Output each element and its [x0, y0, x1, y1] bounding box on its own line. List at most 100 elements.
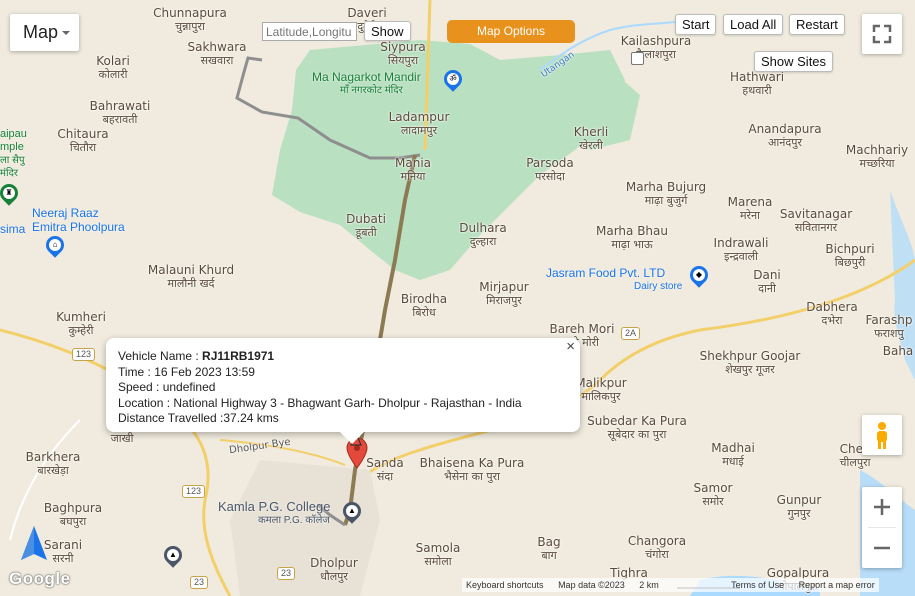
place-label: Farashp फराशपु — [866, 313, 913, 341]
place-name-hi: कुम्हेरी — [68, 324, 94, 337]
place-name-en: Baha — [882, 344, 914, 358]
map-canvas[interactable]: Chunnapuraचुन्नापुराDaveriदुवेरीSakhwara… — [0, 0, 915, 596]
street-view-pegman[interactable] — [862, 415, 902, 455]
place-label: Dabhera दभेरा — [806, 300, 858, 328]
place-name-hi: गुनपुर — [787, 507, 811, 520]
fullscreen-button[interactable] — [862, 14, 902, 54]
navigation-arrow-icon[interactable] — [17, 524, 51, 564]
place-name-en: Shekhpur Goojar — [699, 349, 801, 363]
vehicle-name-value: RJ11RB1971 — [202, 349, 275, 363]
place-name-en: Kolari — [96, 54, 130, 68]
start-button[interactable]: Start — [675, 14, 717, 35]
place-name-en: Baghpura — [43, 501, 103, 515]
place-name-en: Bahrawati — [89, 99, 151, 113]
zoom-control — [862, 487, 902, 568]
poi-kamla[interactable]: Kamla P.G. College कमला P.G. कॉलेज — [218, 500, 331, 528]
place-name-hi: चितौरा — [69, 141, 97, 154]
place-name-hi: इन्द्रवाली — [724, 250, 758, 263]
place-name-hi: मिराजपुर — [486, 294, 522, 307]
place-label: Bahrawati बहरावती — [90, 99, 151, 127]
close-icon[interactable]: × — [566, 339, 575, 355]
place-label: Samola समोला — [416, 541, 461, 569]
map-type-dropdown[interactable]: Map — [10, 14, 79, 51]
zoom-out-button[interactable] — [862, 528, 902, 568]
place-label: Bag बाग — [537, 535, 560, 563]
place-name-hi: चीलपुरा — [839, 456, 871, 469]
place-label: Anandapura आनंदपुर — [748, 122, 821, 150]
place-name-hi: मच्छरिया — [859, 157, 895, 170]
poi-mandir[interactable]: Ma Nagarkot Mandir माँ नगरकोट मंदिर — [312, 70, 421, 98]
place-name-en: Malauni Khurd — [147, 263, 235, 277]
report-error-link[interactable]: Report a map error — [799, 580, 875, 590]
place-name-hi: बहरावती — [102, 113, 138, 126]
place-label: Marha Bhau माढ़ा भाऊ — [596, 224, 668, 252]
place-label: Siypura सियपुरा — [380, 40, 426, 68]
poi-emitra[interactable]: Neeraj Raaz Emitra Phoolpura — [32, 206, 125, 234]
place-name-hi: डूबती — [355, 226, 377, 239]
place-label: Kumheri कुम्हेरी — [56, 310, 106, 338]
place-name-en: Machhariy — [845, 143, 909, 157]
place-name-en: Savitanagar — [779, 207, 853, 221]
show-coordinates-button[interactable]: Show — [364, 21, 411, 41]
place-label: Mirjapur मिराजपुर — [479, 280, 528, 308]
place-name-en: Chunnapura — [153, 6, 227, 20]
place-label: Barkhera बारखेड़ा — [26, 450, 81, 478]
place-name-en: Marena — [727, 195, 773, 209]
place-name-en: Sakhwara — [187, 40, 247, 54]
speed-row: Speed : undefined — [118, 380, 216, 394]
place-name-en: Hathwari — [729, 70, 785, 84]
place-name-en: Anandapura — [748, 122, 822, 136]
place-name-en: Kailashpura — [620, 34, 692, 48]
place-name-hi: बिछपुरी — [834, 256, 866, 269]
place-name-hi: चुन्नापुरा — [175, 20, 205, 33]
place-label: Changora चंगोरा — [628, 534, 686, 562]
show-sites-button[interactable]: Show Sites — [754, 51, 834, 72]
place-label: Marha Bujurg माढ़ा बुजुर्ग — [626, 180, 706, 208]
road-shield: 23 — [190, 576, 209, 589]
load-all-button[interactable]: Load All — [723, 14, 784, 35]
place-name-hi: जाखी — [110, 432, 134, 445]
restart-button[interactable]: Restart — [789, 14, 845, 35]
place-name-hi: दुल्हारा — [469, 235, 497, 248]
place-name-en: Sanda — [366, 456, 404, 470]
place-name-hi: खेरली — [579, 139, 603, 152]
place-label: Sakhwara सखवारा — [188, 40, 247, 68]
place-name-en: Bareh Mori — [549, 322, 615, 336]
place-name-hi: संदा — [376, 470, 394, 483]
poi-temple-left[interactable]: aipau mple ला सैपु मंदिर — [0, 128, 27, 180]
place-label: Bichpuri बिछपुरी — [825, 242, 874, 270]
place-name-hi: सवितानगर — [794, 221, 838, 234]
map-options-button[interactable]: Map Options — [447, 20, 575, 43]
place-name-hi: समोला — [424, 555, 452, 568]
minus-icon — [874, 546, 890, 550]
show-sites-checkbox[interactable] — [631, 52, 644, 65]
place-name-en: Dubati — [346, 212, 386, 226]
place-name-en: Farashp — [865, 313, 913, 327]
keyboard-shortcuts-link[interactable]: Keyboard shortcuts — [466, 580, 544, 590]
place-name-en: Parsoda — [526, 156, 574, 170]
scale-label[interactable]: 2 km — [639, 580, 659, 590]
zoom-in-button[interactable] — [862, 487, 902, 527]
place-label: Samor समोर — [694, 481, 733, 509]
place-label: Birodha बिरोध — [401, 292, 447, 320]
poi-jasram[interactable]: Jasram Food Pvt. LTD Dairy store — [546, 266, 682, 294]
place-name-en: Kherli — [573, 125, 609, 139]
road-shield: 2A — [621, 327, 641, 340]
place-label: Malikpur मालिकपुर — [575, 376, 626, 404]
place-label: Baghpura बघपुरा — [44, 501, 102, 529]
place-name-en: Changora — [627, 534, 687, 548]
place-name-en: Ladampur — [388, 110, 450, 124]
terms-link[interactable]: Terms of Use — [731, 580, 784, 590]
place-name-hi: दानी — [758, 282, 776, 295]
distance-row: Distance Travelled :37.24 kms — [118, 411, 279, 425]
coordinates-input[interactable] — [262, 22, 357, 41]
place-name-hi: लादामपुर — [400, 124, 438, 137]
road-shield: 23 — [277, 567, 296, 580]
vehicle-info-popup: × Vehicle Name : RJ11RB1971 Time : 16 Fe… — [106, 338, 580, 444]
place-label: Indrawali इन्द्रवाली — [714, 236, 769, 264]
place-label: Parsoda परसोदा — [526, 156, 574, 184]
place-label: Baha — [883, 344, 914, 358]
fullscreen-icon — [872, 24, 892, 44]
place-name-hi: सियपुरा — [387, 54, 419, 67]
place-name-hi: धौलपुर — [320, 570, 348, 583]
